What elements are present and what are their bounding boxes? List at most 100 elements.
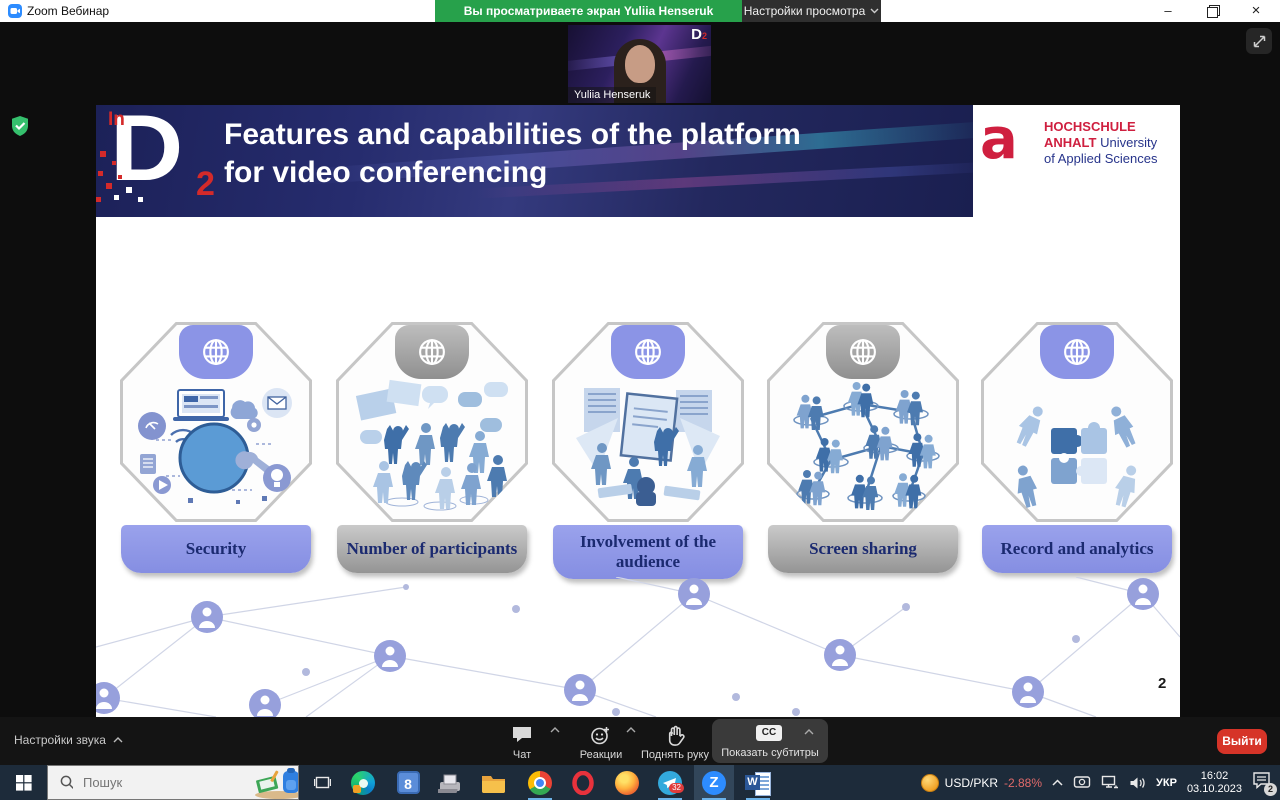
fullscreen-button[interactable] [1246,28,1272,54]
taskbar-app-zoom[interactable]: Z [694,765,734,800]
chat-label: Чат [496,749,548,761]
taskbar-app-fax[interactable] [430,765,470,800]
slide-title-line1: Features and capabilities of the platfor… [224,116,964,154]
captions-label: Показать субтитры [712,747,828,759]
restore-icon [1207,7,1218,18]
taskbar-app-opera[interactable] [563,765,603,800]
network-icon[interactable] [1101,775,1119,790]
captions-menu-chevron[interactable] [804,729,814,735]
cc-icon: CC [756,725,782,741]
chrome-icon [528,771,552,795]
globe-icon [611,325,685,379]
chevron-up-icon [113,737,123,743]
raise-hand-label: Поднять руку [640,749,710,761]
window-title: Zoom Вебинар [27,4,109,18]
firefox-icon [615,771,639,795]
ind2-logo-sub: 2 [196,165,215,204]
restore-button[interactable] [1190,0,1234,22]
viewing-banner: Вы просматриваете экран Yuliia Henseruk [435,0,742,22]
notification-center-button[interactable]: 2 [1252,771,1272,794]
taskbar-app-chrome[interactable] [520,765,560,800]
slide-header: D In 2 Features and capabilities of the … [96,105,973,217]
screen-record-icon[interactable] [1073,775,1091,790]
ind2-logo-in: In [108,109,125,131]
currency-ticker[interactable]: USD/PKR -2.88% [921,774,1042,792]
clock[interactable]: 16:02 03.10.2023 [1187,770,1242,796]
tray-time: 16:02 [1187,770,1242,783]
start-icon [16,775,32,791]
slide: D In 2 Features and capabilities of the … [96,105,1180,717]
chat-menu-chevron[interactable] [550,727,560,733]
participants-illustration [352,378,512,513]
reactions-menu-chevron[interactable] [626,727,636,733]
taskbar-search[interactable] [47,765,299,800]
speaker-icon[interactable] [1129,776,1146,790]
feature-label: Security [121,525,311,573]
taskbar-app-firefox[interactable] [607,765,647,800]
start-button[interactable] [0,765,47,800]
zoom-app-icon [8,4,22,18]
reactions-label: Реакции [572,749,630,761]
view-settings-button[interactable]: Настройки просмотра [742,0,881,22]
tray-chevron-up-icon[interactable] [1052,779,1063,786]
chevron-down-icon [870,8,879,14]
search-daily-image [253,766,298,799]
university-line2-rest: University [1096,135,1157,150]
word-icon: W [745,775,760,790]
search-input[interactable] [81,774,225,791]
feature-label: Record and analytics [982,525,1172,573]
shield-check-icon [10,115,30,142]
search-icon [60,775,73,790]
chat-button[interactable]: Чат [496,721,548,763]
video-tile[interactable]: D2 Yuliia Henseruk [568,25,711,103]
ticker-pair: USD/PKR [945,776,998,790]
network-decoration [96,577,1180,717]
leave-button[interactable]: Выйти [1217,729,1267,754]
minimize-button[interactable]: – [1146,0,1190,22]
university-text: HOCHSCHULE ANHALT University of Applied … [1044,119,1157,167]
feature-label: Involvement of the audience [553,525,743,579]
captions-button[interactable]: CC Показать субтитры [712,719,828,763]
slide-page-number: 2 [1158,675,1166,692]
ticker-change: -2.88% [1004,776,1042,790]
slide-title: Features and capabilities of the platfor… [224,116,964,192]
windows-taskbar: 8 [0,765,1280,800]
tray-date: 03.10.2023 [1187,783,1242,796]
security-illustration [136,378,296,513]
taskview-icon [314,775,331,790]
taskbar-app-browser-swirl[interactable] [343,765,383,800]
app8-icon: 8 [397,771,420,794]
reactions-button[interactable]: Реакции [572,721,630,763]
notification-count-badge: 2 [1264,783,1277,796]
close-button[interactable]: × [1234,0,1278,22]
audio-settings-button[interactable]: Настройки звука [14,733,123,747]
expand-icon [1252,34,1267,49]
university-line3: of Applied Sciences [1044,151,1157,167]
opera-icon [571,771,595,795]
globe-icon [179,325,253,379]
system-tray: USD/PKR -2.88% УКР 16:02 03.10.2023 [921,765,1280,800]
anhalt-a-glyph: a [980,107,1018,172]
taskview-button[interactable] [304,765,340,800]
taskbar-app-file-explorer[interactable] [473,765,513,800]
language-indicator[interactable]: УКР [1156,777,1177,789]
feature-card-screen-sharing: Screen sharing [755,322,971,584]
screen: Zoom Вебинар Вы просматриваете экран Yul… [0,0,1280,800]
record-analytics-illustration [997,378,1157,513]
taskbar-app-telegram[interactable]: 32 [650,765,690,800]
participant-name: Yuliia Henseruk [568,87,656,103]
raise-hand-button[interactable]: Поднять руку [640,721,710,763]
feature-label: Number of participants [337,525,527,573]
globe-icon [395,325,469,379]
slide-title-line2: for video conferencing [224,154,964,192]
taskbar-app-word[interactable]: W [738,765,778,800]
meeting-controls: Настройки звука Чат Реакции Поднять руку [0,717,1280,765]
file-explorer-icon [481,772,506,793]
chat-icon [511,725,533,744]
university-line1: HOCHSCHULE [1044,119,1157,135]
taskbar-app-8[interactable]: 8 [388,765,428,800]
audience-illustration [568,378,728,513]
globe-icon [1040,325,1114,379]
view-settings-label: Настройки просмотра [744,4,866,18]
d2-logo: D2 [691,26,707,43]
